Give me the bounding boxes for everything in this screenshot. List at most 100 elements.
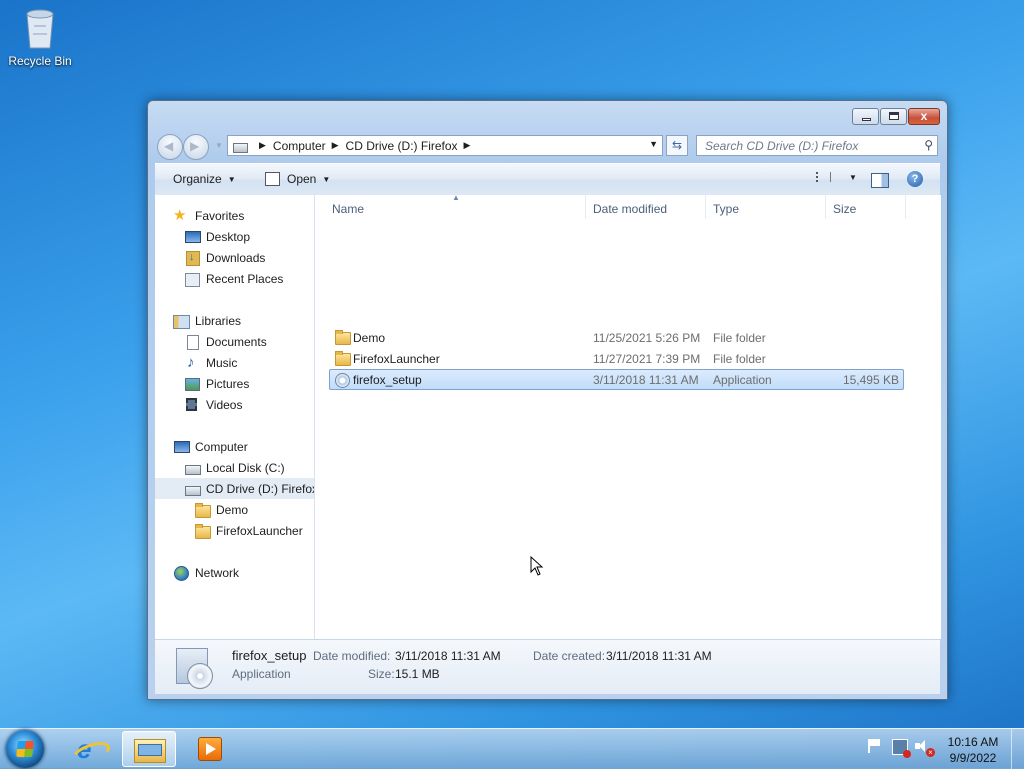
taskbar-windows-explorer[interactable] xyxy=(122,731,176,767)
show-desktop-button[interactable] xyxy=(1011,729,1024,769)
nav-music[interactable]: ♪ Music xyxy=(184,352,314,373)
details-date-modified: 3/11/2018 11:31 AM xyxy=(395,649,501,663)
file-row-demo[interactable]: Demo 11/25/2021 5:26 PM File folder xyxy=(330,327,903,348)
help-button[interactable]: ? xyxy=(907,171,923,187)
organize-menu-button[interactable]: Organize ▼ xyxy=(173,172,236,186)
file-row-firefox-setup[interactable]: firefox_setup 3/11/2018 11:31 AM Applica… xyxy=(329,369,904,390)
nav-pictures[interactable]: Pictures xyxy=(184,373,314,394)
nav-local-disk-label: Local Disk (C:) xyxy=(206,460,285,475)
explorer-window: x ◀ ▶ ▼ ▶ Computer ▶ CD Drive (D:) Firef… xyxy=(147,100,948,700)
nav-demo-folder[interactable]: Demo xyxy=(194,499,314,520)
nav-cd-drive[interactable]: CD Drive (D:) Firefox xyxy=(155,478,314,499)
recycle-bin-desktop-icon[interactable]: Recycle Bin xyxy=(4,6,76,68)
file-name: firefox_setup xyxy=(353,373,422,387)
column-name[interactable]: Name xyxy=(332,202,364,216)
file-row-firefoxlauncher[interactable]: FirefoxLauncher 11/27/2021 7:39 PM File … xyxy=(330,348,903,369)
details-file-type: Application xyxy=(232,667,291,681)
chevron-down-icon[interactable]: ▼ xyxy=(322,175,330,184)
preview-pane-button[interactable] xyxy=(871,173,889,188)
nav-local-disk-c[interactable]: Local Disk (C:) xyxy=(184,457,314,478)
maximize-button[interactable] xyxy=(880,108,907,125)
details-date-modified-label: Date modified: xyxy=(313,649,391,663)
minimize-button[interactable] xyxy=(852,108,879,125)
address-bar[interactable]: ▶ Computer ▶ CD Drive (D:) Firefox ▶ ▼ xyxy=(227,135,663,156)
open-label: Open xyxy=(287,172,317,186)
recycle-bin-label: Recycle Bin xyxy=(8,54,72,68)
column-date-modified[interactable]: Date modified xyxy=(593,202,667,216)
action-center-flag-icon[interactable] xyxy=(867,739,881,753)
breadcrumb: ▶ Computer ▶ CD Drive (D:) Firefox ▶ xyxy=(253,139,477,153)
search-icon[interactable]: ⚲ xyxy=(924,138,933,152)
file-date: 11/27/2021 7:39 PM xyxy=(593,352,701,366)
breadcrumb-chevron-icon[interactable]: ▶ xyxy=(259,140,266,151)
breadcrumb-chevron-icon[interactable]: ▶ xyxy=(464,140,471,151)
nav-computer[interactable]: Computer xyxy=(173,436,314,457)
sort-ascending-icon: ▲ xyxy=(452,193,460,202)
nav-recent-places[interactable]: Recent Places xyxy=(184,268,314,289)
details-pane: firefox_setup Application Date modified:… xyxy=(155,639,940,694)
breadcrumb-chevron-icon[interactable]: ▶ xyxy=(332,140,339,151)
breadcrumb-cd-drive[interactable]: CD Drive (D:) Firefox xyxy=(346,139,458,153)
nav-documents[interactable]: Documents xyxy=(184,331,314,352)
nav-firefoxlauncher-folder[interactable]: FirefoxLauncher xyxy=(194,520,314,541)
application-large-icon xyxy=(173,645,213,689)
nav-videos[interactable]: Videos xyxy=(184,394,314,415)
command-bar: Organize ▼ Open ▼ ▼ ? xyxy=(155,163,940,196)
file-name: FirefoxLauncher xyxy=(353,352,440,366)
details-date-created: 3/11/2018 11:31 AM xyxy=(606,649,712,663)
nav-videos-label: Videos xyxy=(206,397,243,412)
navigation-buttons: ◀ ▶ ▼ xyxy=(157,134,223,160)
videos-icon xyxy=(184,397,200,412)
taskbar-internet-explorer[interactable]: e xyxy=(62,731,116,767)
details-date-created-label: Date created: xyxy=(533,649,606,663)
nav-network[interactable]: Network xyxy=(173,562,314,583)
open-icon xyxy=(265,172,280,186)
nav-libraries-label: Libraries xyxy=(195,313,242,328)
column-size[interactable]: Size xyxy=(833,202,856,216)
nav-libraries[interactable]: Libraries xyxy=(173,310,314,331)
recent-places-icon xyxy=(184,272,200,287)
nav-cd-drive-label: CD Drive (D:) Firefox xyxy=(206,481,315,496)
open-button[interactable]: Open ▼ xyxy=(265,172,330,186)
desktop-icon xyxy=(184,230,201,244)
address-dropdown-icon[interactable]: ▼ xyxy=(649,139,658,149)
close-icon: x xyxy=(920,109,928,123)
nav-favorites[interactable]: ★ Favorites xyxy=(173,205,314,226)
change-view-button[interactable]: ▼ xyxy=(816,172,857,182)
nav-downloads-label: Downloads xyxy=(206,250,266,265)
details-file-name: firefox_setup xyxy=(232,648,307,663)
taskbar: e × 10:16 AM 9/9/2022 xyxy=(0,728,1024,769)
volume-muted-icon[interactable]: × xyxy=(915,739,935,757)
file-name: Demo xyxy=(353,331,386,345)
chevron-down-icon: ▼ xyxy=(227,175,236,184)
start-button[interactable] xyxy=(6,730,44,768)
organize-label: Organize xyxy=(173,172,222,186)
system-clock[interactable]: 10:16 AM 9/9/2022 xyxy=(940,734,1006,766)
folder-icon xyxy=(194,502,211,518)
file-type: File folder xyxy=(713,352,766,366)
details-size-label: Size: xyxy=(368,667,395,681)
taskbar-media-player[interactable] xyxy=(182,731,236,767)
maximize-icon xyxy=(889,112,899,120)
forward-button[interactable]: ▶ xyxy=(183,134,209,160)
file-date: 3/11/2018 11:31 AM xyxy=(593,373,699,387)
close-button[interactable]: x xyxy=(908,108,940,125)
nav-computer-label: Computer xyxy=(195,439,248,454)
nav-firefoxlauncher-label: FirefoxLauncher xyxy=(216,523,303,538)
recycle-bin-icon xyxy=(22,6,58,50)
file-list: ▲ Name Date modified Type Size Demo 11/2… xyxy=(315,193,941,639)
back-button[interactable]: ◀ xyxy=(157,134,183,160)
refresh-button[interactable]: ⇆ xyxy=(666,135,688,156)
recent-pages-dropdown[interactable]: ▼ xyxy=(215,141,223,150)
network-status-icon[interactable] xyxy=(892,739,911,758)
nav-downloads[interactable]: Downloads xyxy=(184,247,314,268)
nav-desktop[interactable]: Desktop xyxy=(184,226,314,247)
caption-buttons: x xyxy=(851,108,940,125)
cd-drive-icon xyxy=(231,139,249,153)
internet-explorer-icon: e xyxy=(77,734,92,764)
breadcrumb-computer[interactable]: Computer xyxy=(273,139,326,153)
column-type[interactable]: Type xyxy=(713,202,739,216)
libraries-icon xyxy=(173,314,190,329)
nav-recent-places-label: Recent Places xyxy=(206,271,284,286)
search-input[interactable]: Search CD Drive (D:) Firefox ⚲ xyxy=(696,135,938,156)
